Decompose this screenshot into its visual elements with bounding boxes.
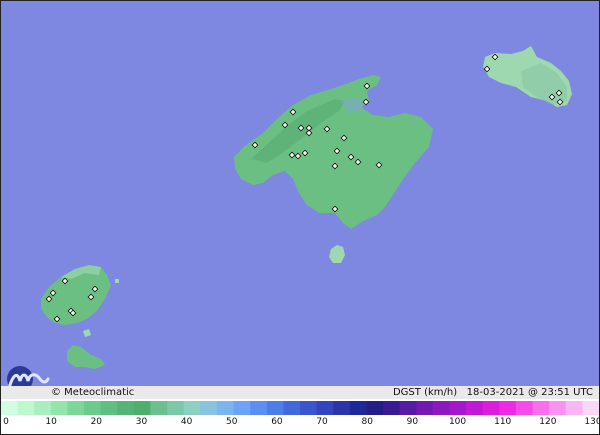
colorbar-segment [432, 401, 451, 415]
colorbar-tick-label: 30 [135, 417, 148, 427]
colorbar-segment [117, 401, 135, 415]
colorbar-tick-label: 60 [271, 417, 283, 427]
colorbar-segment [233, 401, 251, 415]
brand-label: © Meteoclimatic [51, 387, 135, 398]
colorbar-segment [1, 401, 19, 415]
colorbar-segment [100, 401, 118, 415]
colorbar-segment [150, 401, 168, 415]
colorbar-tick-label: 120 [539, 417, 557, 427]
colorbar-segment [183, 401, 201, 415]
map-canvas [1, 1, 599, 386]
colorbar-segment [333, 401, 351, 415]
colorbar-segment [532, 401, 550, 415]
colorbar-segment [50, 401, 69, 415]
colorbar-segment [565, 401, 583, 415]
colorbar-segment [133, 401, 152, 415]
colorbar-segment [549, 401, 567, 415]
colorbar-segment [349, 401, 368, 415]
colorbar-tick-label: 70 [316, 417, 328, 427]
colorbar-segment [499, 401, 517, 415]
colorbar-tick-label: 130 [584, 417, 600, 427]
info-bar: © Meteoclimatic DGST (km/h) 18-03-2021 @… [1, 386, 599, 399]
colorbar-segment [216, 401, 235, 415]
color-scale: 0 10 20 30 40 50 60 70 80 90 100 110 120 130 [1, 399, 599, 434]
colorbar-tick-label: 40 [180, 417, 193, 427]
colorbar-segment [366, 401, 384, 415]
colorbar-segment [283, 401, 301, 415]
map-frame: © Meteoclimatic DGST (km/h) 18-03-2021 @… [0, 0, 600, 435]
colorbar-segment [399, 401, 417, 415]
colorbar-tick-label: 10 [45, 417, 57, 427]
colorbar-segment [67, 401, 85, 415]
colorbar [1, 401, 599, 415]
colorbar-segment [316, 401, 334, 415]
colorbar-segment [200, 401, 218, 415]
map-title: DGST (km/h) 18-03-2021 @ 23:51 UTC [393, 386, 593, 399]
colorbar-tick-label: 0 [3, 417, 9, 427]
colorbar-tick-label: 90 [406, 417, 419, 427]
colorbar-tick-label: 50 [226, 417, 238, 427]
colorbar-tick-label: 100 [448, 417, 467, 427]
colorbar-segment [84, 401, 102, 415]
colorbar-segment [167, 401, 185, 415]
at-label: @ [527, 387, 538, 398]
colorbar-segment [266, 401, 284, 415]
colorbar-tick-label: 20 [90, 417, 103, 427]
colorbar-ticks: 0 10 20 30 40 50 60 70 80 90 100 110 120 130 [1, 415, 599, 433]
colorbar-segment [466, 401, 484, 415]
colorbar-segment [250, 401, 268, 415]
island-islet [115, 279, 119, 283]
time-label: 23:51 UTC [541, 387, 593, 398]
colorbar-segment [582, 401, 599, 415]
colorbar-tick-label: 80 [361, 417, 373, 427]
colorbar-segment [300, 401, 318, 415]
colorbar-segment [416, 401, 434, 415]
colorbar-segment [449, 401, 467, 415]
variable-label: DGST (km/h) [392, 387, 458, 398]
colorbar-segment [482, 401, 500, 415]
colorbar-segment [17, 401, 35, 415]
date-label: 18-03-2021 [466, 387, 525, 398]
colorbar-segment [383, 401, 401, 415]
colorbar-segment [34, 401, 52, 415]
colorbar-tick-label: 110 [494, 417, 512, 427]
colorbar-segment [515, 401, 534, 415]
